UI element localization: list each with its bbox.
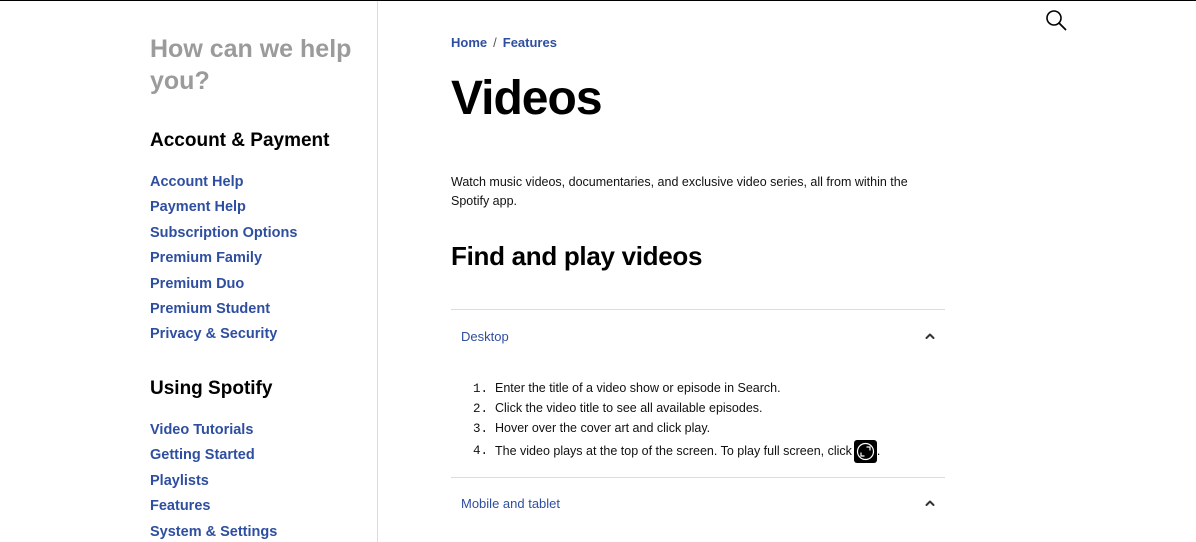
nav-link-payment-help[interactable]: Payment Help xyxy=(150,195,297,220)
help-title: How can we help you? xyxy=(150,35,352,95)
search-icon[interactable] xyxy=(1045,9,1067,31)
fullscreen-icon xyxy=(853,439,877,463)
chevron-up-icon xyxy=(925,500,935,506)
nav-list-using-spotify: Video Tutorials Getting Started Playlist… xyxy=(150,418,277,542)
breadcrumb-home-link[interactable]: Home xyxy=(451,35,487,50)
nav-link-premium-duo[interactable]: Premium Duo xyxy=(150,272,297,297)
nav-link-premium-family[interactable]: Premium Family xyxy=(150,246,297,271)
nav-link-privacy-security[interactable]: Privacy & Security xyxy=(150,322,297,347)
nav-link-playlists[interactable]: Playlists xyxy=(150,469,277,494)
nav-link-subscription-options[interactable]: Subscription Options xyxy=(150,221,297,246)
divider xyxy=(451,309,945,310)
intro-paragraph: Watch music videos, documentaries, and e… xyxy=(451,175,908,208)
breadcrumb-features-link[interactable]: Features xyxy=(503,35,557,50)
step-item: 1. Enter the title of a video show or epi… xyxy=(473,381,781,396)
nav-link-features[interactable]: Features xyxy=(150,494,277,519)
nav-link-getting-started[interactable]: Getting Started xyxy=(150,443,277,468)
step-item: 2. Click the video title to see all avail… xyxy=(473,401,763,417)
nav-link-account-help[interactable]: Account Help xyxy=(150,170,297,195)
section-title-account-payment: Account & Payment xyxy=(150,130,330,151)
breadcrumb-separator: / xyxy=(493,35,497,50)
accordion-desktop-label: Desktop xyxy=(461,329,509,344)
accordion-mobile-tablet-label: Mobile and tablet xyxy=(461,496,561,511)
step-item: 3. Hover over the cover art and click pla… xyxy=(473,421,711,437)
nav-link-video-tutorials[interactable]: Video Tutorials xyxy=(150,418,277,443)
nav-link-system-settings[interactable]: System & Settings xyxy=(150,520,277,542)
page-title: Videos xyxy=(451,72,603,125)
section-heading: Find and play videos xyxy=(451,241,703,271)
nav-list-account-payment: Account Help Payment Help Subscription O… xyxy=(150,170,297,348)
sidebar: How can we help you? Account & Payment A… xyxy=(0,1,378,542)
breadcrumb: Home / Features xyxy=(451,35,557,50)
step-item: 4. The video plays at the top of the scre… xyxy=(473,439,880,463)
divider xyxy=(451,477,945,478)
desktop-steps-list: 1. Enter the title of a video show or epi… xyxy=(473,379,880,463)
nav-link-premium-student[interactable]: Premium Student xyxy=(150,297,297,322)
accordion-desktop-header[interactable]: Desktop xyxy=(451,325,945,349)
chevron-up-icon xyxy=(925,333,935,339)
section-title-using-spotify: Using Spotify xyxy=(150,378,273,399)
accordion-mobile-tablet-header[interactable]: Mobile and tablet xyxy=(451,492,945,516)
